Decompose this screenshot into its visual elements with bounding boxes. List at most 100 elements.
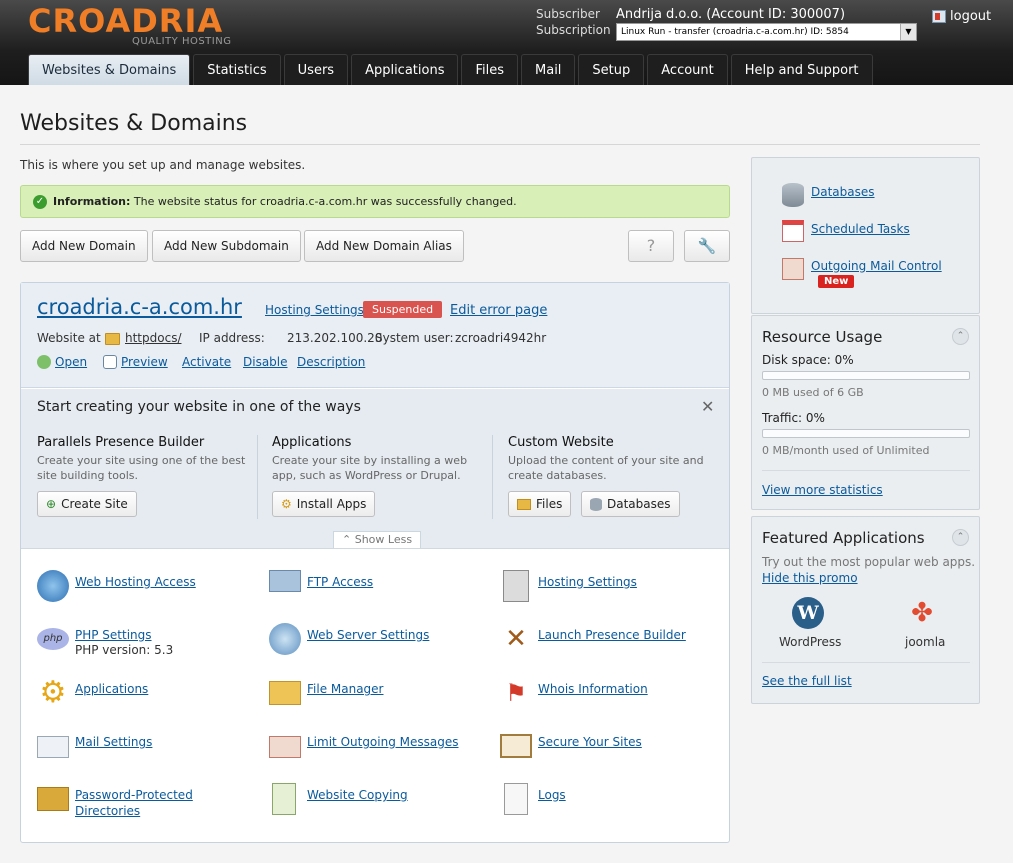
status-badge: Suspended [363, 301, 443, 318]
way-apps: Applications Create your site by installi… [272, 435, 468, 482]
divider [257, 435, 258, 519]
system-user-value: zcroadri4942hr [455, 331, 547, 345]
docroot-link[interactable]: httpdocs/ [125, 331, 181, 345]
resource-usage-panel: Resource Usage ⌃ Disk space: 0% 0 MB use… [751, 315, 980, 510]
joomla-icon[interactable]: ✤ [906, 597, 938, 629]
php-version: PHP version: 5.3 [75, 643, 174, 657]
databases-button[interactable]: Databases [581, 491, 680, 517]
subscriber-name: Andrija d.o.o. (Account ID: 300007) [616, 7, 846, 22]
globe-icon [37, 570, 69, 602]
traffic-label: Traffic: 0% [762, 411, 825, 425]
page-title: Websites & Domains [20, 111, 248, 136]
sidebar-databases-link[interactable]: Databases [811, 185, 875, 199]
mail-limit-icon [269, 736, 301, 758]
joomla-label[interactable]: joomla [905, 635, 945, 649]
page-intro: This is where you set up and manage webs… [20, 158, 306, 172]
tab-users[interactable]: Users [283, 54, 349, 85]
gear-icon: ⚙ [281, 497, 292, 511]
system-user-label: System user: [375, 331, 454, 345]
info-text: The website status for croadria.c-a.com.… [133, 195, 517, 208]
collapse-icon[interactable]: ⌃ [952, 328, 969, 345]
featured-applications-panel: Featured Applications ⌃ Try out the most… [751, 516, 980, 704]
tools-icon: ✕ [505, 624, 527, 654]
php-icon: php [37, 628, 69, 650]
tab-setup[interactable]: Setup [578, 54, 645, 85]
tab-account[interactable]: Account [647, 54, 728, 85]
wordpress-icon[interactable]: W [792, 597, 824, 629]
tab-websites-domains[interactable]: Websites & Domains [28, 54, 191, 85]
resource-usage-title: Resource Usage [762, 328, 883, 346]
header-bar: CROADRIA QUALITY HOSTING Subscriber Andr… [0, 0, 1013, 85]
php-settings[interactable]: php PHP Settings PHP version: 5.3 [37, 623, 247, 659]
divider [492, 435, 493, 519]
log-icon [504, 783, 528, 815]
create-site-button[interactable]: ⊕ Create Site [37, 491, 137, 517]
disk-space-bar [762, 371, 970, 380]
subscription-label: Subscription [536, 23, 611, 37]
chevron-down-icon[interactable]: ▼ [900, 24, 916, 40]
hosting-settings-link[interactable]: Hosting Settings [265, 303, 364, 317]
edit-error-page-link[interactable]: Edit error page [450, 303, 547, 318]
domain-name-link[interactable]: croadria.c-a.com.hr [37, 295, 242, 319]
description-link[interactable]: Description [297, 355, 365, 369]
certificate-icon [500, 734, 532, 758]
tab-applications[interactable]: Applications [351, 54, 459, 85]
logo-tagline: QUALITY HOSTING [132, 36, 232, 47]
folder-icon [517, 498, 531, 510]
disk-space-detail: 0 MB used of 6 GB [762, 386, 864, 399]
activate-link[interactable]: Activate [182, 355, 231, 369]
wordpress-label[interactable]: WordPress [779, 635, 841, 649]
database-icon [782, 183, 804, 207]
globe-icon [37, 355, 51, 369]
collapse-icon[interactable]: ⌃ [952, 529, 969, 546]
files-button[interactable]: Files [508, 491, 572, 517]
database-icon [590, 497, 602, 511]
tab-files[interactable]: Files [461, 54, 519, 85]
website-at-label: Website at [37, 331, 101, 345]
install-apps-button[interactable]: ⚙ Install Apps [272, 491, 376, 517]
tab-statistics[interactable]: Statistics [193, 54, 281, 85]
ip-value: 213.202.100.20 [287, 331, 383, 345]
disable-link[interactable]: Disable [243, 355, 288, 369]
way-builder: Parallels Presence Builder Create your si… [37, 435, 246, 482]
sidebar-links: Databases Scheduled Tasks Outgoing Mail … [751, 157, 980, 314]
tab-mail[interactable]: Mail [521, 54, 576, 85]
hide-promo-link[interactable]: Hide this promo [762, 571, 858, 585]
new-badge: New [818, 275, 855, 288]
tab-help-support[interactable]: Help and Support [730, 54, 873, 85]
info-label: Information: [53, 195, 131, 208]
subscriber-label: Subscriber [536, 7, 600, 21]
open-link[interactable]: Open [37, 355, 87, 369]
hosting-icon [503, 570, 529, 602]
sidebar-outgoing-mail-control-link[interactable]: Outgoing Mail Control [811, 259, 942, 273]
builder-icon: ⊕ [46, 497, 57, 511]
see-full-list-link[interactable]: See the full list [762, 674, 852, 688]
domain-header: croadria.c-a.com.hr Hosting Settings Sus… [21, 283, 729, 388]
view-more-statistics-link[interactable]: View more statistics [762, 483, 883, 497]
traffic-detail: 0 MB/month used of Unlimited [762, 444, 930, 457]
logout-link[interactable]: logout [932, 9, 991, 24]
help-button[interactable]: ? [628, 230, 674, 262]
close-icon[interactable]: ✕ [701, 397, 714, 416]
folder-icon [105, 333, 120, 345]
add-alias-button[interactable]: Add New Domain Alias [304, 230, 464, 262]
featured-desc: Try out the most popular web apps. [762, 555, 976, 569]
subscription-select[interactable]: Linux Run - transfer (croadria.c-a.com.h… [616, 23, 917, 41]
show-less-toggle[interactable]: ⌃ Show Less [333, 531, 422, 548]
ways-heading: Start creating your website in one of th… [37, 399, 361, 415]
ip-label: IP address: [199, 331, 265, 345]
logo[interactable]: CROADRIA [28, 2, 223, 40]
start-website-panel: Start creating your website in one of th… [21, 389, 729, 549]
logout-label: logout [950, 9, 992, 24]
flags-icon: ⚑ [505, 679, 527, 707]
sidebar-scheduled-tasks-link[interactable]: Scheduled Tasks [811, 222, 910, 236]
preview-icon [103, 355, 117, 369]
add-subdomain-button[interactable]: Add New Subdomain [152, 230, 301, 262]
way-custom: Custom Website Upload the content of your… [508, 435, 704, 482]
check-icon: ✓ [33, 195, 47, 209]
featured-applications-title: Featured Applications [762, 529, 925, 547]
add-domain-button[interactable]: Add New Domain [20, 230, 148, 262]
wrench-icon[interactable]: 🔧 [684, 230, 730, 262]
preview-link[interactable]: Preview [103, 355, 168, 369]
password-protected-directories[interactable]: Password-Protected Directories [37, 783, 247, 819]
